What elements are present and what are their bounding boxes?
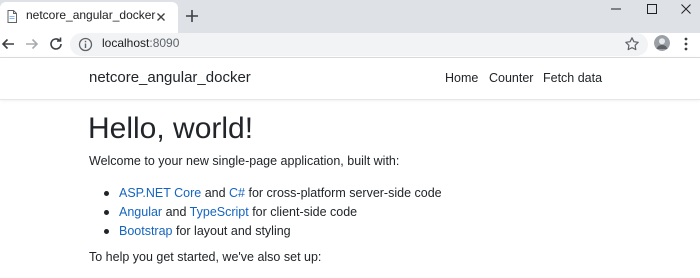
- outro-text: To help you get started, we've also set …: [89, 250, 322, 264]
- url-host: localhost: [102, 36, 150, 50]
- back-icon[interactable]: [0, 36, 16, 52]
- list-item-text: for cross-platform server-side code: [245, 186, 442, 200]
- kebab-menu-icon[interactable]: [683, 37, 689, 51]
- csharp-link[interactable]: C#: [229, 186, 245, 200]
- intro-text: Welcome to your new single-page applicat…: [89, 154, 400, 168]
- info-icon[interactable]: [78, 37, 93, 52]
- site-navbar: netcore_angular_docker Home Counter Fetc…: [0, 57, 700, 100]
- aspnet-core-link[interactable]: ASP.NET Core: [119, 186, 201, 200]
- nav-link-fetch-data[interactable]: Fetch data: [543, 71, 602, 85]
- navbar-brand[interactable]: netcore_angular_docker: [89, 69, 251, 86]
- avatar[interactable]: [654, 35, 670, 51]
- angular-link[interactable]: Angular: [119, 205, 162, 219]
- forward-icon[interactable]: [24, 36, 40, 52]
- minimize-icon[interactable]: [607, 2, 625, 16]
- typescript-link[interactable]: TypeScript: [190, 205, 249, 219]
- web-page: netcore_angular_docker Home Counter Fetc…: [0, 57, 700, 278]
- close-icon[interactable]: [153, 9, 169, 25]
- list-item-text: for client-side code: [248, 205, 358, 219]
- maximize-icon[interactable]: [643, 2, 661, 16]
- star-icon[interactable]: [624, 36, 640, 52]
- list-item-text: and: [201, 186, 230, 200]
- tech-list: ASP.NET Core and C# for cross-platform s…: [104, 184, 442, 241]
- nav-link-counter[interactable]: Counter: [489, 71, 533, 85]
- profile-icon: [654, 35, 670, 51]
- tab-title: netcore_angular_docker: [26, 8, 156, 22]
- url-port: :8090: [149, 36, 180, 50]
- browser-toolbar: localhost:8090: [0, 33, 700, 56]
- url-text[interactable]: localhost:8090: [102, 36, 179, 50]
- address-bar[interactable]: localhost:8090: [70, 33, 648, 56]
- list-item-text: and: [162, 205, 190, 219]
- plus-icon[interactable]: [183, 7, 201, 25]
- list-item: ASP.NET Core and C# for cross-platform s…: [104, 184, 442, 203]
- list-item: Bootstrap for layout and styling: [104, 222, 442, 241]
- nav-link-home[interactable]: Home: [445, 71, 478, 85]
- list-item-text: for layout and styling: [172, 224, 291, 238]
- window-close-icon[interactable]: [677, 2, 695, 16]
- reload-icon[interactable]: [48, 36, 64, 52]
- page-heading: Hello, world!: [88, 112, 254, 145]
- browser-tab[interactable]: netcore_angular_docker: [0, 2, 178, 33]
- document-icon: [7, 10, 17, 23]
- bootstrap-link[interactable]: Bootstrap: [119, 224, 173, 238]
- tab-strip: netcore_angular_docker: [0, 0, 700, 33]
- list-item: Angular and TypeScript for client-side c…: [104, 203, 442, 222]
